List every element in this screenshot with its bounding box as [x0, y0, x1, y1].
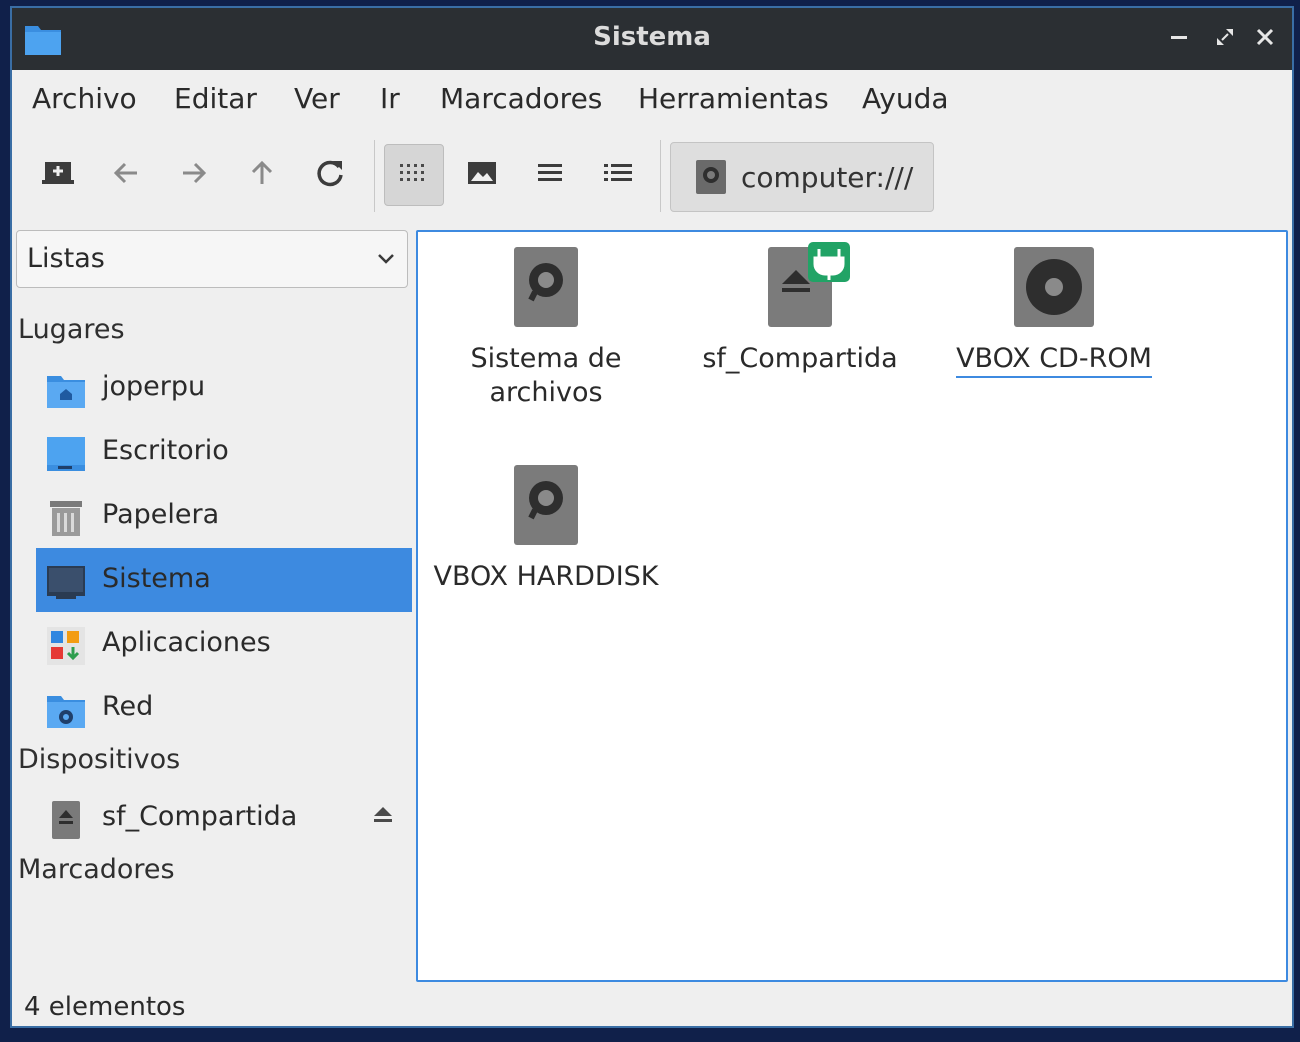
mounted-removable-icon [680, 242, 920, 332]
arrow-right-icon [179, 158, 209, 192]
file-manager-window: Sistema Archivo Editar Ver Ir Marcadores… [10, 6, 1294, 1028]
sidebar-item-sf-compartida[interactable]: sf_Compartida [36, 786, 412, 850]
menu-marcadores[interactable]: Marcadores [440, 82, 602, 115]
detailed-view-button[interactable] [588, 144, 648, 206]
chevron-down-icon [375, 247, 397, 273]
menu-herramientas[interactable]: Herramientas [638, 82, 829, 115]
location-path: computer:/// [741, 161, 914, 194]
sidebar-item-home[interactable]: joperpu [36, 356, 412, 420]
file-item[interactable]: Sistema de archivos [426, 246, 666, 410]
trash-icon [46, 498, 86, 538]
menu-archivo[interactable]: Archivo [32, 82, 137, 115]
icon-view-button[interactable] [384, 144, 444, 206]
sidebar-item-label: sf_Compartida [102, 801, 298, 832]
menu-ayuda[interactable]: Ayuda [862, 82, 949, 115]
section-places: Lugares [18, 314, 125, 345]
sidebar-item-label: Aplicaciones [102, 627, 271, 658]
applications-icon [46, 626, 86, 666]
computer-icon [46, 562, 86, 602]
thumbnail-view-button[interactable] [452, 144, 512, 206]
section-bookmarks: Marcadores [18, 854, 175, 885]
harddisk-icon [426, 246, 666, 332]
sidebar-mode-value: Listas [27, 243, 105, 274]
harddisk-icon [426, 464, 666, 550]
detailed-list-icon [603, 161, 633, 189]
window-title: Sistema [593, 22, 711, 52]
menu-editar[interactable]: Editar [174, 82, 257, 115]
menu-ver[interactable]: Ver [294, 82, 340, 115]
new-tab-icon [41, 158, 75, 192]
list-icon [536, 161, 564, 189]
file-item[interactable]: sf_Compartida [680, 242, 920, 376]
file-view[interactable]: Sistema de archivos sf_Compartida VBOX C… [416, 230, 1288, 982]
maximize-button[interactable] [1210, 24, 1240, 54]
sidebar-item-label: joperpu [102, 371, 206, 402]
new-tab-button[interactable] [28, 144, 88, 206]
close-button[interactable] [1250, 24, 1280, 54]
toolbar-separator [374, 140, 375, 212]
section-devices: Dispositivos [18, 744, 181, 775]
sidebar-item-applications[interactable]: Aplicaciones [36, 612, 412, 676]
up-button[interactable] [232, 144, 292, 206]
desktop-icon [46, 434, 86, 474]
menu-bar: Archivo Editar Ver Ir Marcadores Herrami… [12, 70, 1292, 132]
forward-button[interactable] [164, 144, 224, 206]
image-icon [467, 160, 497, 190]
file-label: sf_Compartida [702, 343, 898, 374]
cdrom-icon [934, 246, 1174, 332]
file-label: Sistema de archivos [470, 343, 622, 408]
file-label: VBOX HARDDISK [433, 561, 659, 592]
sidebar-item-trash[interactable]: Papelera [36, 484, 412, 548]
sidebar-item-label: Red [102, 691, 154, 722]
file-label: VBOX CD-ROM [956, 342, 1152, 378]
sidebar: Listas Lugares joperpu Escritorio Papele… [12, 222, 412, 982]
home-folder-icon [46, 370, 86, 410]
sidebar-mode-select[interactable]: Listas [16, 230, 408, 288]
sidebar-item-system[interactable]: Sistema [36, 548, 412, 612]
sidebar-item-network[interactable]: Red [36, 676, 412, 740]
sidebar-item-label: Escritorio [102, 435, 229, 466]
sidebar-item-label: Sistema [102, 563, 211, 594]
toolbar-separator [660, 140, 661, 212]
reload-icon [314, 157, 346, 193]
status-bar: 4 elementos [24, 992, 186, 1022]
network-folder-icon [46, 690, 86, 730]
menu-ir[interactable]: Ir [380, 82, 400, 115]
compact-view-button[interactable] [520, 144, 580, 206]
arrow-left-icon [111, 158, 141, 192]
sidebar-item-desktop[interactable]: Escritorio [36, 420, 412, 484]
arrow-up-icon [247, 158, 277, 192]
harddisk-icon [695, 159, 727, 199]
title-bar[interactable]: Sistema [12, 8, 1292, 70]
removable-drive-icon [46, 800, 86, 840]
eject-icon[interactable] [372, 804, 394, 830]
toolbar: computer:/// [12, 132, 1292, 222]
location-bar[interactable]: computer:/// [670, 142, 934, 212]
grid-icon [399, 162, 429, 188]
file-item[interactable]: VBOX CD-ROM [934, 246, 1174, 378]
file-item[interactable]: VBOX HARDDISK [426, 464, 666, 594]
minimize-button[interactable] [1164, 24, 1194, 54]
sidebar-item-label: Papelera [102, 499, 220, 530]
reload-button[interactable] [300, 144, 360, 206]
back-button[interactable] [96, 144, 156, 206]
